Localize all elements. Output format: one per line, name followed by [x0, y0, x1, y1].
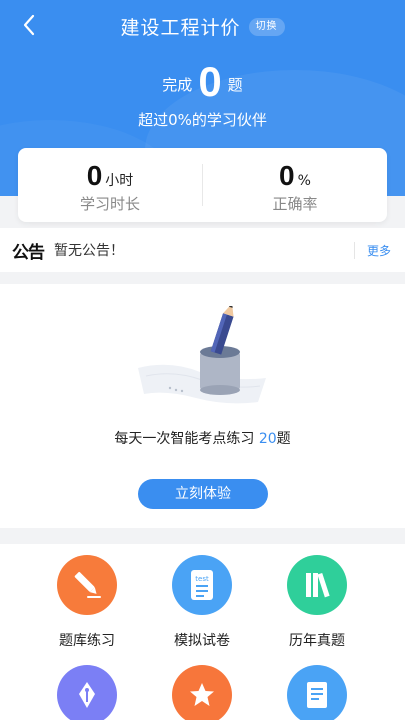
question-bank-label: 题库练习 — [59, 633, 115, 649]
done-suffix: 题 — [227, 76, 243, 94]
practice-desc-prefix: 每天一次智能考点练习 — [114, 431, 255, 447]
stats-card: 0 小时 学习时长 0% 正确率 — [18, 148, 387, 222]
pen-nib-icon — [57, 665, 117, 720]
accuracy-label: 正确率 — [272, 195, 318, 213]
switch-subject-button[interactable]: 切换 — [248, 17, 285, 36]
menu-item-4[interactable] — [32, 665, 142, 720]
page-title: 建设工程计价 — [120, 17, 241, 39]
practice-desc-suffix: 题 — [276, 431, 291, 447]
done-prefix: 完成 — [162, 76, 193, 94]
study-time-label: 学习时长 — [79, 195, 140, 213]
chevron-left-icon — [23, 14, 35, 36]
accuracy-value: 0 — [279, 160, 295, 191]
practice-count: 20 — [258, 431, 277, 447]
past-exams-item[interactable]: 历年真题 — [262, 555, 372, 650]
study-time-stat: 0 小时 学习时长 — [18, 148, 202, 222]
accuracy-unit: % — [297, 173, 311, 189]
menu-item-6[interactable] — [262, 665, 372, 720]
accuracy-stat: 0% 正确率 — [203, 148, 387, 222]
pencil-cup-illustration — [138, 306, 266, 404]
notice-bar: 公告 暂无公告！ 更多 — [0, 228, 405, 272]
done-count: 0 — [198, 58, 222, 105]
daily-practice-card: 每天一次智能考点练习 20题 立刻体验 — [0, 284, 405, 528]
notice-badge: 公告 — [12, 242, 45, 263]
document-icon — [287, 665, 347, 720]
feature-grid: 题库练习 test 模拟试卷 历年真题 — [0, 544, 405, 720]
back-button[interactable] — [18, 12, 42, 38]
notice-message: 暂无公告！ — [54, 243, 124, 259]
study-time-unit: 小时 — [105, 173, 134, 189]
completed-count: 完成 0 题 — [0, 58, 405, 106]
notice-more-link[interactable]: 更多 — [353, 241, 391, 259]
star-icon — [172, 665, 232, 720]
study-time-value: 0 — [86, 160, 103, 191]
try-now-button[interactable]: 立刻体验 — [138, 479, 268, 509]
ranking-text: 超过0%的学习伙伴 — [138, 111, 267, 129]
books-icon — [287, 555, 347, 615]
mock-exam-item[interactable]: test 模拟试卷 — [147, 555, 257, 650]
mock-exam-label: 模拟试卷 — [174, 633, 230, 649]
practice-description: 每天一次智能考点练习 20题 — [0, 428, 405, 448]
menu-item-5[interactable] — [147, 665, 257, 720]
test-paper-icon: test — [172, 555, 232, 615]
svg-text:test: test — [195, 575, 209, 583]
past-exams-label: 历年真题 — [289, 633, 345, 649]
question-bank-practice-item[interactable]: 题库练习 — [32, 555, 142, 650]
pencil-icon — [57, 555, 117, 615]
